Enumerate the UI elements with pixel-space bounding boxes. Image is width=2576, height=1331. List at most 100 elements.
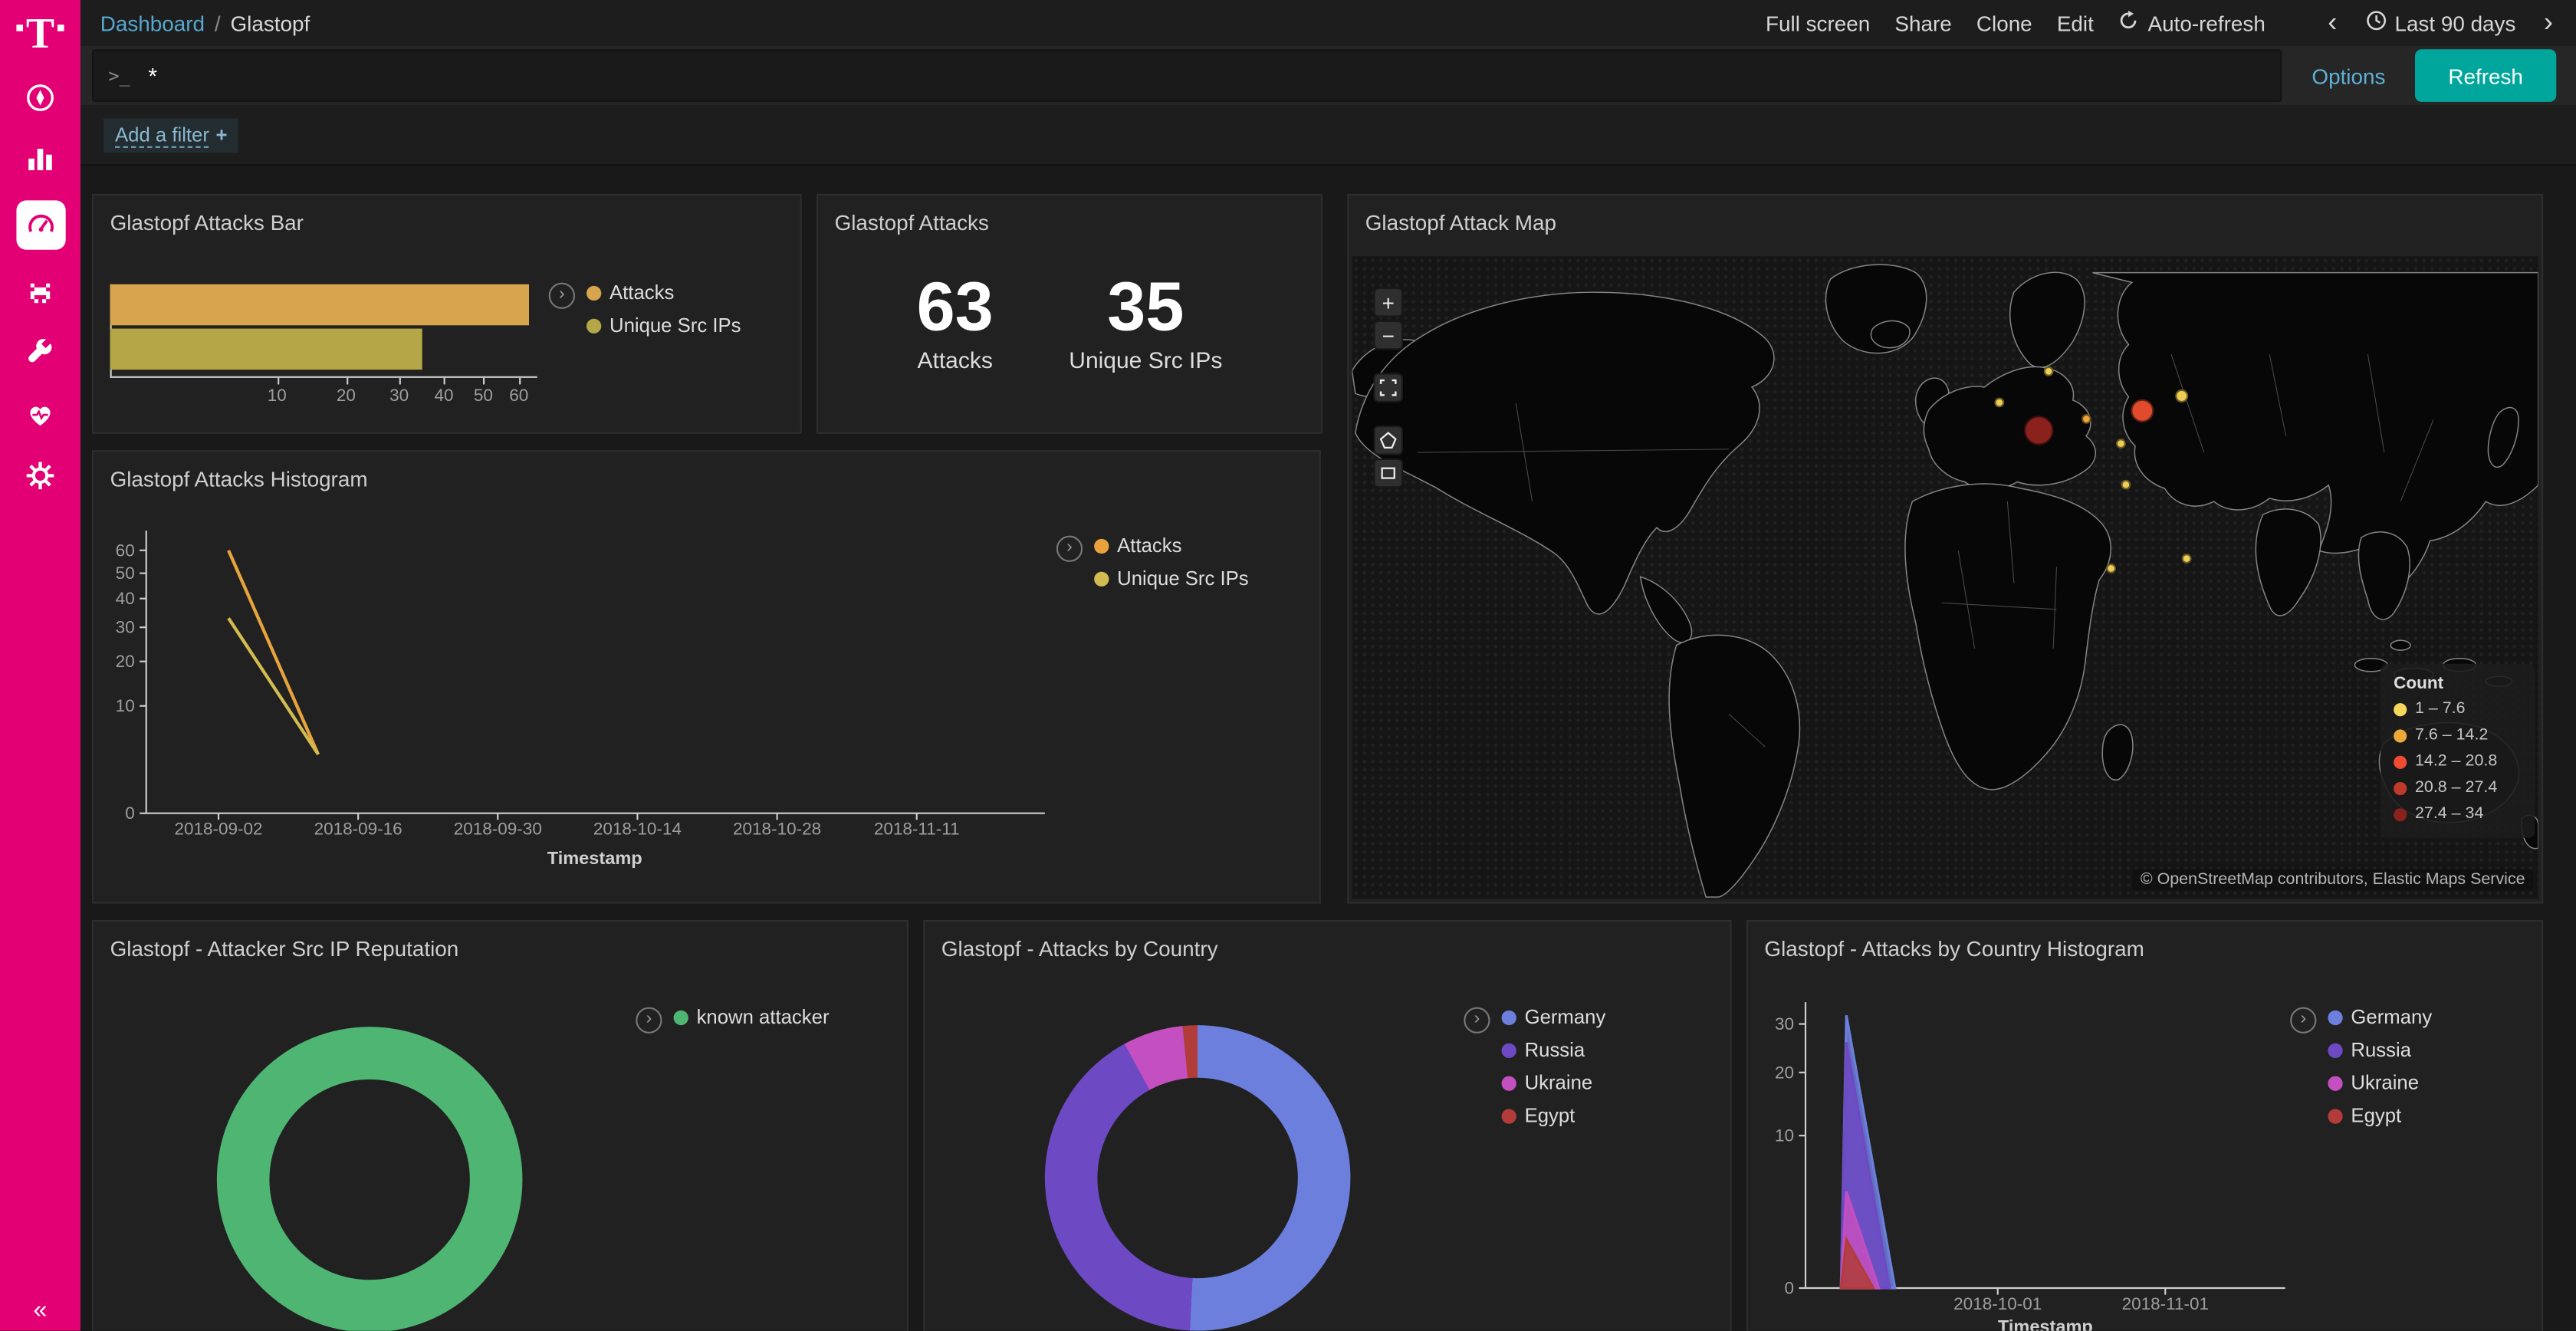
- legend-dot: [2328, 1043, 2342, 1057]
- attack-marker[interactable]: [2044, 366, 2054, 376]
- legend-label: Attacks: [1117, 534, 1181, 557]
- legend-item[interactable]: Egypt: [2328, 1104, 2432, 1127]
- panel-attacks-bar: Glastopf Attacks Bar 102030405060 Attack…: [92, 194, 802, 434]
- edit-button[interactable]: Edit: [2057, 11, 2094, 35]
- clock-icon: [2365, 10, 2387, 36]
- sidebar-item-dev-tools[interactable]: [0, 335, 80, 371]
- legend-item[interactable]: Attacks: [1094, 534, 1249, 557]
- auto-refresh-label: Auto-refresh: [2148, 11, 2266, 35]
- chart-legend: Germany Russia Ukraine Egypt: [2290, 1005, 2432, 1136]
- legend-toggle-icon[interactable]: [2290, 1007, 2316, 1034]
- panel-title: Glastopf - Attacker Src IP Reputation: [94, 922, 907, 961]
- legend-item[interactable]: Russia: [1502, 1038, 1606, 1061]
- dashboard-grid: Glastopf Attacks Bar 102030405060 Attack…: [80, 164, 2576, 1330]
- time-range-label: Last 90 days: [2394, 11, 2515, 35]
- collapse-nav-icon[interactable]: [0, 1296, 80, 1324]
- y-axis-tick-label: 50: [116, 564, 135, 583]
- world-map[interactable]: + −: [1352, 256, 2538, 899]
- sidebar-item-discover[interactable]: [0, 79, 80, 115]
- metric-label: Attacks: [917, 347, 994, 373]
- legend-label: Ukraine: [2351, 1071, 2419, 1094]
- sidebar-item-visualize[interactable]: [0, 140, 80, 176]
- attack-marker[interactable]: [2024, 416, 2054, 445]
- metric-group: 63 Attacks 35 Unique Src IPs: [818, 271, 1321, 373]
- top-nav-bar: Dashboard / Glastopf Full screen Share C…: [80, 0, 2576, 46]
- x-axis-tick-label: 2018-09-02: [174, 820, 262, 839]
- fit-bounds-button[interactable]: [1373, 373, 1403, 403]
- legend-item[interactable]: Unique Src IPs: [1094, 567, 1249, 590]
- x-axis-tick-label: 2018-10-28: [733, 820, 821, 839]
- sidebar-item-management[interactable]: [0, 457, 80, 493]
- x-axis-tick-label: 20: [337, 386, 356, 406]
- legend-dot: [1502, 1108, 1516, 1122]
- telekom-logo[interactable]: T: [16, 16, 64, 52]
- y-axis-tick-label: 20: [116, 652, 135, 671]
- legend-item[interactable]: Attacks: [586, 281, 741, 304]
- time-prev-button[interactable]: ‹: [2325, 12, 2341, 35]
- legend-row: 14.2 – 20.8: [2394, 752, 2522, 771]
- donut-chart: [217, 1027, 523, 1330]
- legend-label: Egypt: [1525, 1104, 1576, 1127]
- legend-range: 1 – 7.6: [2415, 700, 2466, 718]
- attack-marker[interactable]: [2121, 480, 2131, 490]
- line-series-unique-src-ips: [228, 618, 318, 754]
- legend-item[interactable]: Ukraine: [2328, 1071, 2432, 1094]
- zoom-in-button[interactable]: +: [1373, 288, 1403, 317]
- legend-item[interactable]: Russia: [2328, 1038, 2432, 1061]
- auto-refresh-button[interactable]: Auto-refresh: [2118, 10, 2266, 36]
- legend-dot: [2394, 781, 2407, 794]
- legend-item[interactable]: known attacker: [674, 1005, 830, 1028]
- x-axis: 102030405060: [110, 376, 537, 414]
- legend-toggle-icon[interactable]: [1056, 536, 1083, 562]
- breadcrumb-separator: /: [215, 11, 221, 35]
- panel-attack-map: Glastopf Attack Map: [1347, 194, 2543, 904]
- breadcrumb-dashboard-link[interactable]: Dashboard: [100, 11, 205, 35]
- time-next-button[interactable]: ›: [2541, 12, 2557, 35]
- clone-button[interactable]: Clone: [1976, 11, 2032, 35]
- refresh-button[interactable]: Refresh: [2415, 49, 2556, 102]
- chart-legend: known attacker: [636, 1005, 829, 1038]
- legend-dot: [2328, 1010, 2342, 1024]
- sidebar-item-dashboard[interactable]: [0, 200, 80, 249]
- logo-dot-right: [58, 25, 64, 31]
- query-input[interactable]: [145, 61, 2281, 90]
- legend-toggle-icon[interactable]: [549, 283, 575, 309]
- full-screen-button[interactable]: Full screen: [1766, 11, 1870, 35]
- x-axis-tick-label: 2018-10-01: [1953, 1294, 2042, 1313]
- attack-marker[interactable]: [2116, 439, 2126, 449]
- dashboard-icon: [15, 200, 64, 249]
- legend-label: Germany: [2351, 1005, 2432, 1028]
- compass-icon: [25, 81, 56, 113]
- sidebar-item-timelion[interactable]: [0, 274, 80, 311]
- options-link[interactable]: Options: [2312, 64, 2385, 88]
- zoom-out-button[interactable]: −: [1373, 320, 1403, 350]
- x-axis-tick: [346, 378, 347, 385]
- x-axis-tick-label: 30: [389, 386, 409, 406]
- share-button[interactable]: Share: [1894, 11, 1951, 35]
- time-range-button[interactable]: Last 90 days: [2365, 10, 2516, 36]
- x-axis-tick-label: 2018-11-11: [874, 820, 960, 839]
- attack-markers-layer: [1352, 256, 2538, 899]
- legend-item[interactable]: Germany: [2328, 1005, 2432, 1028]
- attack-marker[interactable]: [2182, 554, 2192, 564]
- sidebar-item-monitoring[interactable]: [0, 396, 80, 432]
- attack-marker[interactable]: [2082, 414, 2091, 424]
- legend-item[interactable]: Germany: [1502, 1005, 1606, 1028]
- legend-toggle-icon[interactable]: [636, 1007, 662, 1034]
- attack-marker[interactable]: [1994, 398, 2004, 408]
- legend-item[interactable]: Egypt: [1502, 1104, 1606, 1127]
- x-axis-title: Timestamp: [1998, 1316, 2093, 1331]
- legend-item[interactable]: Unique Src IPs: [586, 314, 741, 337]
- legend-row: 1 – 7.6: [2394, 700, 2522, 718]
- y-axis-tick-label: 0: [1784, 1278, 1794, 1297]
- panel-title: Glastopf Attacks Bar: [94, 196, 800, 235]
- attack-marker[interactable]: [2175, 389, 2188, 403]
- add-filter-button[interactable]: Add a filter +: [104, 117, 239, 152]
- legend-item[interactable]: Ukraine: [1502, 1071, 1606, 1094]
- attack-marker[interactable]: [2106, 564, 2116, 573]
- attack-marker[interactable]: [2131, 399, 2154, 422]
- draw-rectangle-button[interactable]: [1373, 458, 1403, 488]
- map-attribution[interactable]: © OpenStreetMap contributors, Elastic Ma…: [2132, 869, 2533, 891]
- draw-polygon-button[interactable]: [1373, 426, 1403, 455]
- legend-toggle-icon[interactable]: [1464, 1007, 1490, 1034]
